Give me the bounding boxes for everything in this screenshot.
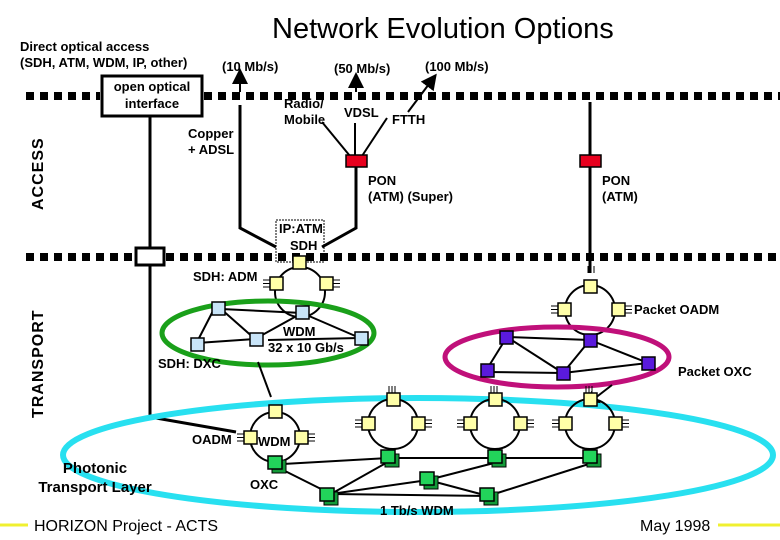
network-evolution-diagram: Network Evolution Options ACCESS TRANSPO… xyxy=(0,13,780,535)
direct-optical-sub-label: (SDH, ATM, WDM, IP, other) xyxy=(20,55,187,70)
pon-super-node xyxy=(345,154,368,168)
vdsl-label: VDSL xyxy=(344,105,379,120)
oxc-node-1 xyxy=(499,330,514,345)
pon-atm-label-2: (ATM) xyxy=(602,189,638,204)
wdm-rate-label: 32 x 10 Gb/s xyxy=(268,340,344,355)
photonic-layer-label-2: Transport Layer xyxy=(38,479,152,496)
sdh-label: SDH xyxy=(290,238,317,253)
rate-100-label: (100 Mb/s) xyxy=(425,59,489,74)
dxc-node-2 xyxy=(190,337,205,352)
sdh-dxc-label: SDH: DXC xyxy=(158,356,221,371)
wdm-ring-4 xyxy=(552,386,629,450)
access-layer-label: ACCESS xyxy=(30,137,47,210)
footer-date: May 1998 xyxy=(640,518,710,535)
dxc-node-5 xyxy=(354,331,369,346)
sdh-adm-label: SDH: ADM xyxy=(193,269,258,284)
packet-oxc-label: Packet OXC xyxy=(678,364,752,379)
open-optical-label-2: interface xyxy=(125,96,179,111)
radio-label: Radio/ xyxy=(284,96,324,111)
rate-50-label: (50 Mb/s) xyxy=(334,61,390,76)
adm-node-left xyxy=(269,276,284,291)
rate-10-label: (10 Mb/s) xyxy=(222,59,278,74)
photonic-wdm-label: WDM xyxy=(258,434,291,449)
dxc-node-3 xyxy=(249,332,264,347)
transport-layer-label: TRANSPORT xyxy=(30,309,47,418)
packet-node-left xyxy=(557,302,572,317)
photonic-oxc-label: OXC xyxy=(250,477,279,492)
oxc-node-5 xyxy=(641,356,656,371)
pon-atm-label-1: PON xyxy=(602,173,630,188)
adm-left-ports xyxy=(263,279,270,288)
copper-label: Copper xyxy=(188,126,234,141)
oxc-cube-6 xyxy=(419,471,439,490)
radio-link xyxy=(321,121,351,157)
mobile-label: Mobile xyxy=(284,112,325,127)
transport-interface-box xyxy=(134,246,166,267)
packet-left-ports xyxy=(551,305,558,314)
oxc-cube-7 xyxy=(479,487,499,506)
packet-right-ports xyxy=(625,305,632,314)
page-title: Network Evolution Options xyxy=(272,13,614,45)
dxc-node-1 xyxy=(211,301,226,316)
copper-adsl-link xyxy=(238,105,277,249)
oadm-label: OADM xyxy=(192,432,232,447)
adm-node-top xyxy=(292,255,307,270)
oxc-node-3 xyxy=(556,366,571,381)
footer-project: HORIZON Project - ACTS xyxy=(34,518,218,535)
oxc-node-4 xyxy=(583,333,598,348)
wdm-label: WDM xyxy=(283,324,316,339)
ftth-label: FTTH xyxy=(392,112,425,127)
ftth-link xyxy=(361,117,388,157)
tbps-wdm-label: 1 Tb/s WDM xyxy=(380,503,454,518)
open-optical-label-1: open optical xyxy=(114,79,191,94)
direct-optical-label: Direct optical access xyxy=(20,39,149,54)
adsl-label: + ADSL xyxy=(188,142,234,157)
oxc-node-2 xyxy=(480,363,495,378)
dxc-node-4 xyxy=(295,305,310,320)
pon-super-label-2: (ATM) (Super) xyxy=(368,189,453,204)
oxc-cube-1 xyxy=(267,455,287,474)
adm-right-ports xyxy=(333,279,340,288)
pon-super-link xyxy=(321,167,358,249)
photonic-layer-label-1: Photonic xyxy=(63,460,127,477)
wdm-ring-3 xyxy=(457,386,534,450)
packet-node-top xyxy=(583,279,598,294)
pon-super-label-1: PON xyxy=(368,173,396,188)
packet-node-right xyxy=(611,302,626,317)
adm-node-right xyxy=(319,276,334,291)
ip-atm-label: IP:ATM xyxy=(279,221,323,236)
pon-atm-node xyxy=(579,154,602,168)
packet-oadm-label: Packet OADM xyxy=(634,302,719,317)
